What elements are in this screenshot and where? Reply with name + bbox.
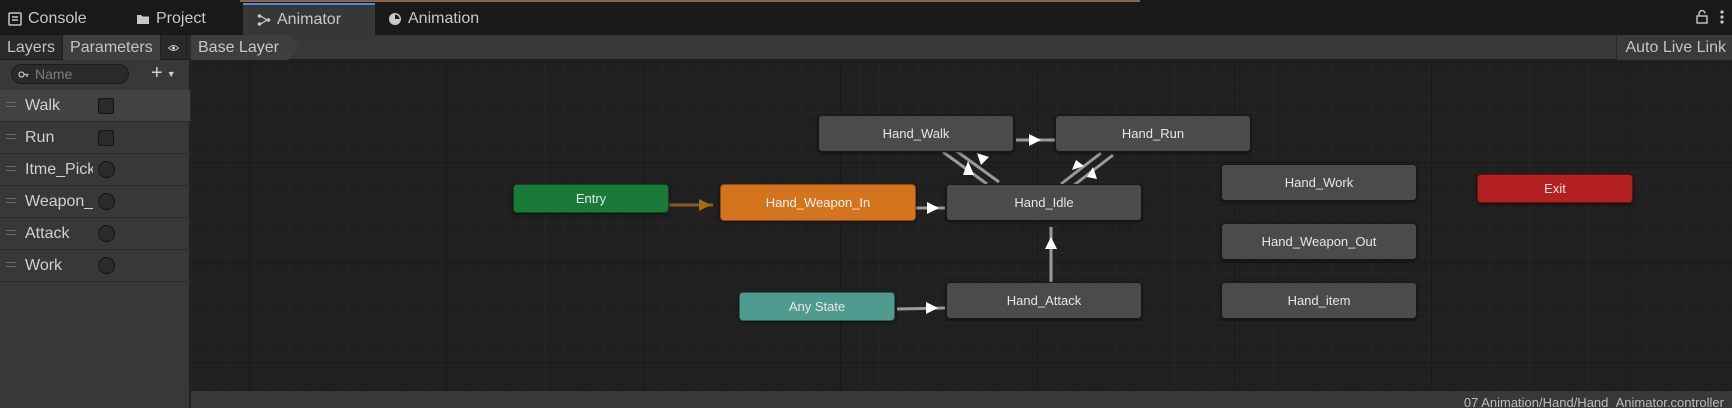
breadcrumb[interactable]: Base Layer xyxy=(191,35,299,60)
parameter-name: Work xyxy=(25,256,63,274)
tab-bar-accent xyxy=(240,0,1140,2)
animator-graph[interactable]: Entry Hand_Weapon_In Hand_Walk Hand_Run … xyxy=(191,35,1732,408)
console-icon xyxy=(8,12,22,26)
window-controls xyxy=(1696,9,1724,27)
state-hand-weapon-in[interactable]: Hand_Weapon_In xyxy=(720,184,916,221)
parameters-panel: Layers Parameters Name + ▼ Walk Run Itme… xyxy=(0,35,190,408)
auto-live-link-button[interactable]: Auto Live Link xyxy=(1616,35,1732,60)
parameter-row[interactable]: Itme_Pick xyxy=(0,154,190,186)
state-label: Hand_Idle xyxy=(1014,195,1074,210)
parameter-name: Weapon_Change xyxy=(25,192,93,210)
trigger-radio[interactable] xyxy=(98,257,115,274)
parameter-row[interactable]: Work xyxy=(0,250,190,282)
bool-checkbox[interactable] xyxy=(98,129,114,146)
state-any-state[interactable]: Any State xyxy=(739,292,895,321)
breadcrumb-layer: Base Layer xyxy=(198,38,279,56)
parameter-row[interactable]: Run xyxy=(0,122,190,154)
state-label: Hand_Attack xyxy=(1006,293,1082,308)
state-hand-idle[interactable]: Hand_Idle xyxy=(946,184,1142,221)
editor-tab-bar: Console Project Animator Animation xyxy=(0,0,1732,35)
state-label: Exit xyxy=(1544,181,1566,196)
transition-links xyxy=(669,134,1114,314)
eye-icon[interactable] xyxy=(161,35,187,60)
parameter-name: Walk xyxy=(25,96,60,114)
status-bar: 07 Animation/Hand/Hand_Animator.controll… xyxy=(191,390,1732,408)
trigger-radio[interactable] xyxy=(98,193,115,210)
trigger-radio[interactable] xyxy=(98,161,115,178)
tab-console-label: Console xyxy=(28,10,87,27)
state-label: Any State xyxy=(788,299,846,314)
state-hand-weapon-out[interactable]: Hand_Weapon_Out xyxy=(1221,223,1417,260)
add-parameter-button[interactable]: + ▼ xyxy=(151,62,176,85)
clock-icon xyxy=(388,12,402,26)
chevron-down-icon: ▼ xyxy=(166,68,176,79)
arrow-icon xyxy=(699,199,711,211)
plus-icon: + xyxy=(151,62,163,84)
drag-handle-icon[interactable] xyxy=(6,262,16,267)
animator-icon xyxy=(257,13,271,27)
state-entry[interactable]: Entry xyxy=(513,184,669,213)
parameter-row[interactable]: Attack xyxy=(0,218,190,250)
state-hand-run[interactable]: Hand_Run xyxy=(1055,115,1251,152)
state-hand-item[interactable]: Hand_item xyxy=(1221,282,1417,319)
kebab-menu-icon[interactable] xyxy=(1720,10,1724,27)
tab-animation-label: Animation xyxy=(408,10,480,27)
drag-handle-icon[interactable] xyxy=(6,102,16,107)
controller-path: 07 Animation/Hand/Hand_Animator.controll… xyxy=(1463,395,1724,408)
drag-handle-icon[interactable] xyxy=(6,134,16,139)
tab-parameters[interactable]: Parameters xyxy=(63,35,161,60)
state-label: Entry xyxy=(575,191,607,206)
tab-animation[interactable]: Animation xyxy=(388,3,479,35)
auto-live-link-label: Auto Live Link xyxy=(1625,38,1726,56)
state-hand-work[interactable]: Hand_Work xyxy=(1221,164,1417,201)
parameter-list: Walk Run Itme_Pick Weapon_Change Attack … xyxy=(0,90,190,282)
parameter-name: Itme_Pick xyxy=(25,160,93,178)
parameter-row[interactable]: Walk xyxy=(0,90,190,122)
arrow-icon xyxy=(977,153,989,165)
arrow-icon xyxy=(926,302,938,314)
tab-project-label: Project xyxy=(156,10,206,27)
parameter-row[interactable]: Weapon_Change xyxy=(0,186,190,218)
state-hand-attack[interactable]: Hand_Attack xyxy=(946,282,1142,319)
drag-handle-icon[interactable] xyxy=(6,230,16,235)
state-label: Hand_item xyxy=(1287,293,1351,308)
parameter-name: Attack xyxy=(25,224,70,242)
state-label: Hand_Work xyxy=(1284,175,1354,190)
lock-icon[interactable] xyxy=(1696,9,1708,27)
arrow-icon xyxy=(927,202,939,214)
state-exit[interactable]: Exit xyxy=(1477,174,1633,203)
folder-icon xyxy=(136,12,150,26)
transition-any-attack[interactable] xyxy=(896,306,946,311)
search-placeholder: Name xyxy=(35,66,73,82)
state-label: Hand_Weapon_Out xyxy=(1261,234,1377,249)
arrow-icon xyxy=(1045,237,1057,249)
arrow-icon xyxy=(1029,134,1041,146)
tab-layers[interactable]: Layers xyxy=(0,35,64,60)
bool-checkbox[interactable] xyxy=(98,97,114,114)
parameter-search-input[interactable]: Name xyxy=(11,64,129,84)
trigger-radio[interactable] xyxy=(98,225,115,242)
tab-project[interactable]: Project xyxy=(136,3,206,35)
tab-animator-label: Animator xyxy=(277,11,342,28)
tab-console[interactable]: Console xyxy=(8,3,87,35)
panel-tabs: Layers Parameters xyxy=(0,35,190,60)
parameter-name: Run xyxy=(25,128,55,146)
drag-handle-icon[interactable] xyxy=(6,198,16,203)
drag-handle-icon[interactable] xyxy=(6,166,16,171)
state-label: Hand_Weapon_In xyxy=(765,195,871,210)
state-label: Hand_Run xyxy=(1121,126,1185,141)
tab-animator[interactable]: Animator xyxy=(243,3,375,35)
search-icon xyxy=(18,70,29,79)
state-hand-walk[interactable]: Hand_Walk xyxy=(818,115,1014,152)
graph-toolbar: Base Layer Auto Live Link xyxy=(191,35,1732,60)
state-label: Hand_Walk xyxy=(882,126,950,141)
